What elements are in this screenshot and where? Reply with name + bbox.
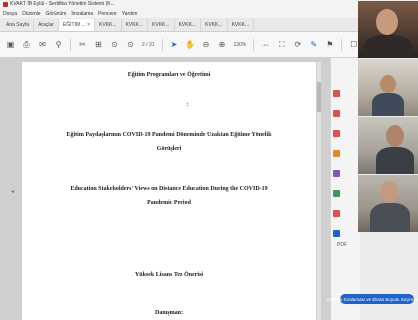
tool-protect[interactable] — [333, 228, 359, 238]
tab-document[interactable]: KVKK... — [228, 19, 255, 31]
participant-face — [380, 75, 396, 93]
toolbar-divider — [161, 38, 163, 51]
pdf-page: Eğitim Programları ve Öğretimi Eğitim Pa… — [22, 62, 316, 320]
tab-label: Araçlar — [38, 22, 54, 28]
tab-label: KVKK... — [125, 22, 144, 28]
tab-tools[interactable]: Araçlar — [34, 19, 59, 31]
menu-view[interactable]: Görünüm — [46, 11, 67, 17]
tools-pane: PDF — [330, 58, 360, 320]
participant-body — [376, 147, 414, 174]
pdf-label: PDF — [337, 242, 347, 248]
tab-document-active[interactable]: EĞİTİM ... × — [58, 19, 96, 31]
toolbar-divider — [341, 38, 343, 51]
tab-bar: Ana Sayfa Araçlar EĞİTİM ... × KVKK... K… — [0, 18, 418, 32]
tab-label: KVKK... — [231, 22, 250, 28]
menu-help[interactable]: Yardım — [122, 11, 138, 17]
tool-export-pdf[interactable] — [333, 88, 359, 98]
participant-face — [386, 125, 404, 147]
tool-create-pdf[interactable] — [333, 108, 359, 118]
thesis-type: Yüksek Lisans Tez Önerisi — [134, 272, 204, 278]
print-icon[interactable]: ⎙ — [22, 40, 31, 49]
comment-icon[interactable]: ✎ — [309, 40, 318, 49]
scrollbar-thumb[interactable] — [317, 82, 321, 112]
email-icon[interactable]: ✉ — [38, 40, 47, 49]
combine-icon — [333, 169, 340, 177]
search-icon[interactable]: ⚲ — [54, 40, 63, 49]
participant-video-2[interactable] — [358, 59, 418, 116]
title-turkish-line-1: Eğitim Paydaşlarının COVID-19 Pandemi Dö… — [66, 132, 272, 138]
title-english-line-2: Pandemic Period — [147, 200, 191, 206]
vertical-scrollbar[interactable] — [317, 62, 321, 320]
tab-label: KVKK... — [178, 22, 197, 28]
save-icon[interactable]: ▣ — [6, 40, 15, 49]
tool-edit-pdf[interactable] — [333, 128, 359, 138]
advisor-label: Danışman: — [154, 310, 183, 316]
comment-tool-icon — [333, 149, 340, 157]
zoom-in-icon[interactable]: ⊕ — [218, 40, 227, 49]
select-cursor-icon[interactable]: ➤ — [170, 40, 179, 49]
toolbar: ▣ ⎙ ✉ ⚲ ✂ ⊞ ⊙ ⊙ 2 / 31 ➤ ✋ ⊖ ⊕ 130% ⇔ ⛶ … — [0, 32, 418, 58]
participant-face — [376, 9, 398, 35]
tool-redact[interactable] — [333, 208, 359, 218]
create-pdf-icon — [333, 109, 340, 117]
chat-icon[interactable]: ☐ — [349, 40, 358, 49]
rotate-icon[interactable]: ⟳ — [293, 40, 302, 49]
scissors-icon[interactable]: ✂ — [78, 40, 87, 49]
tool-combine[interactable] — [333, 168, 359, 178]
title-english-line-1: Education Stakeholders' Views on Distanc… — [70, 186, 268, 192]
text-cursor-icon: ‡ — [186, 102, 189, 108]
tab-document[interactable]: KVKK... — [148, 19, 175, 31]
tool-comment[interactable] — [333, 148, 359, 158]
page-indicator[interactable]: 2 / 31 — [142, 42, 155, 48]
page-up-icon[interactable]: ⊙ — [110, 40, 119, 49]
tab-document[interactable]: KVKK... — [122, 19, 149, 31]
participant-face — [380, 181, 398, 203]
tab-label: KVKK... — [205, 22, 223, 28]
stamp-icon[interactable]: ⊞ — [94, 40, 103, 49]
tab-document[interactable]: KVKK... — [175, 19, 202, 31]
window-title: KVAKT İB Eylül - Sertifika Yönetim Siste… — [10, 1, 115, 7]
menu-bar: Dosya Düzenle Görünüm İmzalama Pencere Y… — [0, 9, 418, 18]
tool-organize[interactable] — [333, 188, 359, 198]
fit-width-icon[interactable]: ⇔ — [261, 40, 270, 49]
organize-icon — [333, 189, 340, 197]
tab-label: KVKK... — [99, 22, 117, 28]
tab-document[interactable]: KVKK... — [95, 19, 122, 31]
zoom-level[interactable]: 130% — [234, 42, 247, 48]
tab-label: EĞİTİM ... × — [62, 22, 91, 28]
toolbar-divider — [70, 38, 71, 51]
participant-video-1[interactable] — [358, 1, 418, 58]
export-pdf-icon — [333, 89, 340, 97]
redact-icon — [333, 209, 340, 217]
tab-label: Ana Sayfa — [6, 22, 30, 28]
edit-pdf-icon — [333, 129, 340, 137]
tab-document[interactable]: KVKK... — [201, 19, 228, 31]
page-down-icon[interactable]: ⊙ — [126, 40, 135, 49]
participant-body — [370, 203, 410, 232]
menu-sign[interactable]: İmzalama — [71, 11, 93, 17]
hand-icon[interactable]: ✋ — [185, 40, 195, 49]
menu-window[interactable]: Pencere — [98, 11, 117, 17]
department-line: Eğitim Programları ve Öğretimi — [127, 72, 211, 78]
protect-icon — [333, 229, 340, 237]
participant-body — [364, 35, 412, 58]
title-bar: KVAKT İB Eylül - Sertifika Yönetim Siste… — [0, 0, 418, 9]
layout-settings-button[interactable]: Görüntü Sıralaması ve Ekran Boyutu Seçim… — [326, 294, 418, 304]
menu-edit[interactable]: Düzenle — [22, 11, 40, 17]
zoom-out-icon[interactable]: ⊖ — [202, 40, 211, 49]
toolbar-divider — [253, 38, 255, 51]
full-screen-icon[interactable]: ⛶ — [277, 40, 286, 49]
tab-label: KVKK... — [152, 22, 170, 28]
app-logo-icon — [3, 2, 8, 7]
participant-video-3[interactable] — [358, 117, 418, 174]
tab-home[interactable]: Ana Sayfa — [2, 19, 35, 31]
participant-body — [372, 93, 404, 116]
screen: KVAKT İB Eylül - Sertifika Yönetim Siste… — [0, 0, 418, 320]
title-turkish-line-2: Görüşleri — [156, 146, 182, 152]
highlight-icon[interactable]: ⚑ — [325, 40, 334, 49]
participant-video-4[interactable] — [358, 175, 418, 232]
collapse-left-arrow-icon[interactable]: ◂ — [11, 188, 14, 195]
menu-file[interactable]: Dosya — [3, 11, 17, 17]
